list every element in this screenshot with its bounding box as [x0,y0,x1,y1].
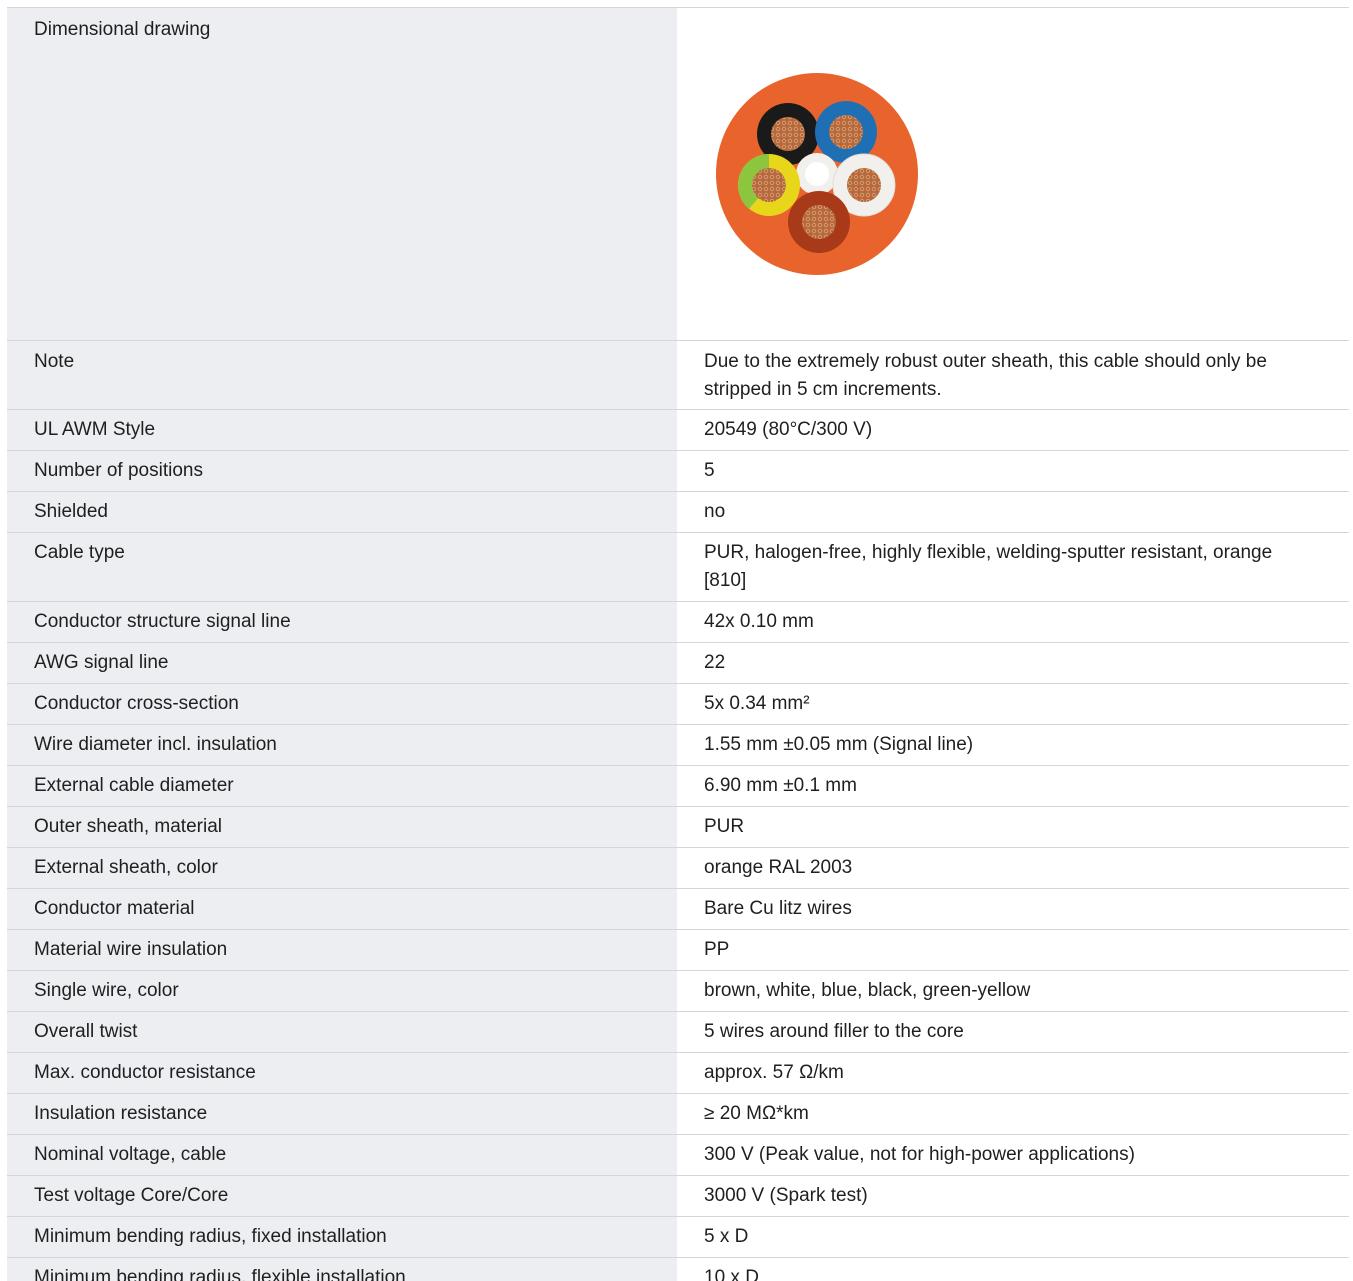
spec-label: External cable diameter [7,766,677,806]
spec-value: 1.55 mm ±0.05 mm (Signal line) [704,734,974,755]
spec-value: no [704,501,726,522]
spec-row: External cable diameter 6.90 mm ±0.1 mm [7,766,1349,807]
spec-row: Outer sheath, material PUR [7,807,1349,848]
spec-row: Shielded no [7,492,1349,533]
spec-row: UL AWM Style 20549 (80°C/300 V) [7,410,1349,451]
spec-row: Single wire, color brown, white, blue, bl… [7,971,1349,1012]
spec-row: Conductor material Bare Cu litz wires [7,889,1349,930]
spec-label: Outer sheath, material [7,807,677,847]
spec-value: 5 wires around filler to the core [704,1021,964,1042]
spec-row: Overall twist 5 wires around filler to th… [7,1012,1349,1053]
spec-label: Wire diameter incl. insulation [7,725,677,765]
spec-label: External sheath, color [7,848,677,888]
spec-value: 20549 (80°C/300 V) [704,419,873,440]
spec-value: 300 V (Peak value, not for high-power ap… [704,1144,1135,1165]
spec-label: Number of positions [7,451,677,491]
spec-value: PUR [704,816,745,837]
spec-row: Conductor structure signal line 42x 0.10 … [7,602,1349,643]
spec-value: Due to the extremely robust outer sheath… [704,351,1267,400]
spec-label: Overall twist [7,1012,677,1052]
spec-label: Note [7,341,677,409]
spec-label: Nominal voltage, cable [7,1135,677,1175]
spec-value: 6.90 mm ±0.1 mm [704,775,857,796]
spec-label: Test voltage Core/Core [7,1176,677,1216]
spec-label: Single wire, color [7,971,677,1011]
spec-row: Material wire insulation PP [7,930,1349,971]
wire-blue [815,101,877,163]
spec-label: Conductor cross-section [7,684,677,724]
spec-value: 10 x D [704,1267,759,1281]
wire-brown [788,191,850,253]
spec-value: PUR, halogen-free, highly flexible, weld… [704,542,1273,591]
spec-value: orange RAL 2003 [704,857,853,878]
spec-label: Conductor material [7,889,677,929]
spec-value: brown, white, blue, black, green-yellow [704,980,1031,1001]
spec-row: Max. conductor resistance approx. 57 Ω/km [7,1053,1349,1094]
spec-row: Minimum bending radius, fixed installati… [7,1217,1349,1258]
spec-row: Number of positions 5 [7,451,1349,492]
spec-row: Conductor cross-section 5x 0.34 mm² [7,684,1349,725]
cable-cross-section-image [716,73,918,275]
spec-label: Max. conductor resistance [7,1053,677,1093]
spec-value: Bare Cu litz wires [704,898,852,919]
spec-label: AWG signal line [7,643,677,683]
spec-rows: Note Due to the extremely robust outer sh… [7,341,1349,1281]
spec-row: Minimum bending radius, flexible install… [7,1258,1349,1281]
spec-label: Material wire insulation [7,930,677,970]
spec-value: 5 [704,460,715,481]
spec-value: 22 [704,652,726,673]
spec-row: Insulation resistance ≥ 20 MΩ*km [7,1094,1349,1135]
spec-label: Cable type [7,533,677,601]
spec-row: Test voltage Core/Core 3000 V (Spark test… [7,1176,1349,1217]
spec-label: Insulation resistance [7,1094,677,1134]
spec-label: Minimum bending radius, fixed installati… [7,1217,677,1257]
spec-table: Dimensional drawing Note Due to the extr… [7,7,1349,1281]
wire-green-yellow [737,154,800,216]
spec-row: Nominal voltage, cable 300 V (Peak value,… [7,1135,1349,1176]
spec-row-dimensional-drawing: Dimensional drawing [7,8,1349,341]
drawing-cell [677,8,1349,340]
spec-value: 5x 0.34 mm² [704,693,810,714]
spec-label: UL AWM Style [7,410,677,450]
spec-value: 42x 0.10 mm [704,611,814,632]
spec-row: AWG signal line 22 [7,643,1349,684]
spec-value: PP [704,939,730,960]
spec-value: 3000 V (Spark test) [704,1185,868,1206]
spec-label: Shielded [7,492,677,532]
spec-row: Cable type PUR, halogen-free, highly flex… [7,533,1349,602]
spec-label: Conductor structure signal line [7,602,677,642]
spec-value: approx. 57 Ω/km [704,1062,844,1083]
spec-value: 5 x D [704,1226,749,1247]
spec-row: Note Due to the extremely robust outer sh… [7,341,1349,410]
spec-label: Dimensional drawing [7,8,677,340]
spec-value: ≥ 20 MΩ*km [704,1103,809,1124]
spec-row: External sheath, color orange RAL 2003 [7,848,1349,889]
spec-row: Wire diameter incl. insulation 1.55 mm ±0… [7,725,1349,766]
spec-label: Minimum bending radius, flexible install… [7,1258,677,1281]
